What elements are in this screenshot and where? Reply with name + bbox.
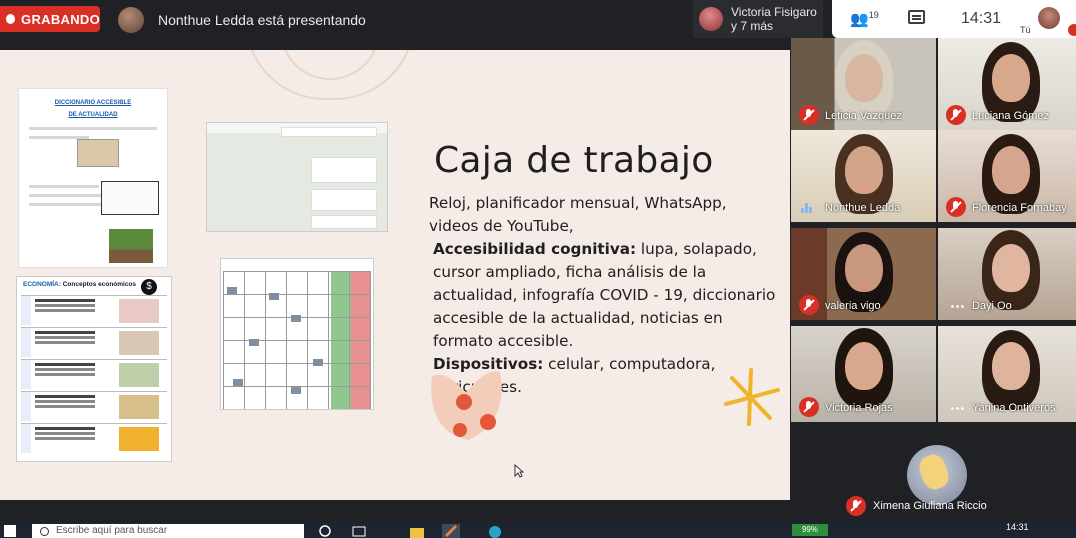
other-presenter-name: Victoria Fisigaro — [731, 5, 817, 19]
dictionary-thumbnail: DICCIONARIO ACCESIBLE DE ACTUALIDAD — [18, 88, 168, 268]
slide-body-line1: Reloj, planificador mensual, WhatsApp, v… — [429, 194, 727, 235]
slide-cognitive-paragraph: Accesibilidad cognitiva: lupa, solapado,… — [429, 238, 779, 353]
list-item — [21, 359, 167, 389]
slide-title: Caja de trabajo — [434, 140, 714, 181]
participant-tile[interactable]: Dayi Oo — [938, 228, 1076, 320]
dictionary-title-line1: DICCIONARIO ACCESIBLE — [54, 100, 132, 106]
people-count: 19 — [868, 10, 879, 20]
cortana-icon[interactable] — [316, 524, 334, 538]
participant-face — [845, 146, 883, 194]
monthly-planner-thumbnail — [220, 258, 374, 410]
participant-face — [992, 244, 1030, 292]
participant-tile[interactable]: Yanina Ontiveros — [938, 326, 1076, 422]
dictionary-title-line2: DE ACTUALIDAD — [68, 112, 118, 118]
list-item — [21, 327, 167, 357]
top-bar: GRABANDO Nonthue Ledda está presentando … — [0, 0, 1076, 40]
windows-start-icon[interactable] — [4, 525, 16, 537]
list-item — [21, 423, 167, 453]
mic-off-icon — [799, 397, 819, 417]
self-avatar[interactable] — [1038, 7, 1060, 29]
presentation-slide: DICCIONARIO ACCESIBLE DE ACTUALIDAD ECON… — [0, 50, 790, 500]
more-options-icon[interactable] — [950, 305, 964, 308]
participant-name: Dayi Oo — [972, 300, 1012, 312]
pinned-app-icon[interactable] — [442, 524, 460, 538]
economy-title-text: Conceptos económicos — [60, 281, 137, 288]
participant-name: Leticia Vazquez — [825, 110, 902, 122]
taskbar-search-input[interactable]: Escribe aquí para buscar — [32, 524, 304, 538]
battery-indicator[interactable]: 99% — [792, 524, 828, 536]
more-options-icon[interactable] — [950, 407, 964, 410]
avatar — [699, 7, 723, 31]
dictionary-title: DICCIONARIO ACCESIBLE DE ACTUALIDAD — [23, 97, 163, 121]
task-view-icon[interactable] — [350, 524, 368, 538]
participant-tile[interactable]: Nonthue Ledda — [791, 130, 936, 222]
participant-tile[interactable]: valeria vigo — [791, 228, 936, 320]
participant-face — [845, 342, 883, 390]
mic-off-icon — [946, 105, 966, 125]
file-explorer-icon[interactable] — [408, 524, 426, 538]
tree-image — [109, 229, 153, 263]
sparkle-decoration-icon — [724, 368, 780, 426]
dollar-icon: $ — [141, 279, 157, 295]
meet-window: GRABANDO Nonthue Ledda está presentando … — [0, 0, 1076, 538]
participant-name: Ximena Giuliana Riccio — [873, 500, 987, 512]
list-item — [21, 295, 167, 325]
people-button[interactable]: 👥19 — [850, 10, 879, 28]
avatar — [907, 445, 967, 505]
flower-decoration-icon — [431, 371, 502, 440]
windows-taskbar: Escribe aquí para buscar 99% 14:31 — [0, 522, 1076, 538]
other-presenters-text: Victoria Fisigaro y 7 más — [731, 5, 817, 33]
mic-off-icon — [799, 105, 819, 125]
whatsapp-thumbnail — [206, 122, 388, 232]
list-item — [21, 391, 167, 421]
participant-tile[interactable]: Luciana Gómez — [938, 38, 1076, 130]
participant-tile[interactable]: Victoria Rojas — [791, 326, 936, 422]
other-presenters-chip[interactable]: Victoria Fisigaro y 7 más — [693, 0, 823, 38]
mic-off-icon — [799, 295, 819, 315]
self-muted-indicator-icon — [1068, 24, 1076, 36]
participant-face — [992, 54, 1030, 102]
participant-tile[interactable]: Florencia Fornabay — [938, 130, 1076, 222]
mic-off-icon — [846, 496, 866, 516]
dictionary-definition-box — [101, 181, 159, 215]
participant-name: Victoria Rojas — [825, 402, 893, 414]
meeting-toolbar: 👥19 14:31 Tú — [832, 0, 1076, 38]
self-label: Tú — [1020, 25, 1031, 35]
cognitive-label: Accesibilidad cognitiva: — [433, 240, 637, 258]
record-dot-icon — [6, 14, 16, 24]
participant-tile[interactable]: Leticia Vazquez — [791, 38, 936, 130]
edge-icon[interactable] — [486, 524, 504, 538]
participant-face — [845, 244, 883, 292]
speaking-indicator-icon — [801, 203, 813, 213]
dictionary-image — [77, 139, 119, 167]
presenter-avatar — [118, 7, 144, 33]
system-clock[interactable]: 14:31 — [1006, 522, 1029, 532]
chat-icon[interactable] — [908, 10, 925, 24]
presenter-status: Nonthue Ledda está presentando — [158, 12, 366, 28]
participant-name: Yanina Ontiveros — [972, 402, 1056, 414]
participant-face — [845, 54, 883, 102]
participant-name: Luciana Gómez — [972, 110, 1050, 122]
recording-label: GRABANDO — [21, 11, 100, 27]
participant-tile[interactable]: Ximena Giuliana Riccio — [840, 427, 1076, 522]
mic-off-icon — [946, 197, 966, 217]
meeting-clock: 14:31 — [961, 10, 1002, 27]
people-icon: 👥 — [850, 11, 869, 28]
participant-face — [992, 146, 1030, 194]
mouse-cursor-icon — [514, 464, 524, 478]
participant-name: Nonthue Ledda — [825, 202, 901, 214]
economy-thumbnail: ECONOMÍA: Conceptos económicos $ — [16, 276, 172, 462]
participant-name: Florencia Fornabay — [972, 202, 1067, 214]
participant-face — [992, 342, 1030, 390]
participant-name: valeria vigo — [825, 300, 881, 312]
other-presenters-more: y 7 más — [731, 19, 774, 33]
recording-badge: GRABANDO — [0, 6, 100, 32]
economy-title-prefix: ECONOMÍA: — [23, 281, 61, 288]
